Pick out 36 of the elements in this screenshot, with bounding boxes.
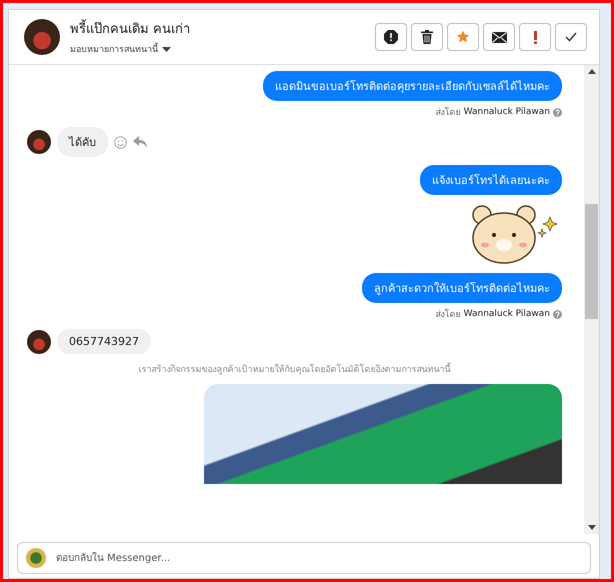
sent-message: แจ้งเบอร์โทรได้เลยนะคะ: [420, 165, 562, 195]
assign-dropdown[interactable]: มอบหมายการสนทนานี้: [70, 42, 365, 56]
sent-message: แอดมินขอเบอร์โทรติดต่อคุยรายละเอียดกับเซลล์ได้ไหมคะ: [263, 71, 562, 101]
user-avatar: [27, 130, 51, 154]
reply-box[interactable]: ตอบกลับใน Messenger...: [17, 542, 591, 574]
received-message: 0657743927: [57, 329, 151, 354]
done-button[interactable]: [555, 23, 587, 51]
help-icon: [553, 310, 562, 318]
mail-button[interactable]: [483, 23, 515, 51]
trash-icon: [421, 30, 433, 44]
alert-octagon-icon: [384, 30, 398, 44]
contact-name: พรี้แป๊กคนเดิม คนเก่า: [70, 18, 365, 39]
help-icon: [553, 108, 562, 116]
scroll-up-icon[interactable]: [588, 69, 596, 74]
exclamation-icon: [534, 30, 536, 44]
scrollbar-thumb[interactable]: [585, 204, 598, 319]
user-avatar: [24, 19, 60, 55]
user-avatar: [27, 330, 51, 354]
sent-by-label: ส่งโดย: [436, 106, 461, 119]
sent-message: ลูกค้าสะดวกให้เบอร์โทรติดต่อไหมคะ: [362, 273, 562, 303]
received-message: ได้คับ: [57, 127, 108, 157]
scroll-down-icon[interactable]: [588, 525, 596, 530]
page-logo: [26, 548, 46, 568]
star-icon: [456, 30, 470, 44]
caret-icon: [162, 46, 171, 52]
reply-icon[interactable]: [133, 136, 147, 148]
spam-button[interactable]: [375, 23, 407, 51]
envelope-icon: [492, 32, 506, 42]
check-icon: [565, 32, 577, 42]
important-button[interactable]: [519, 23, 551, 51]
activity-notice: เราสร้างกิจกรรมของลูกค้าเป้าหมายให้กับคุณโดยอัตโนมัติโดยอิงตามการสนทนานี้: [27, 362, 562, 376]
delete-button[interactable]: [411, 23, 443, 51]
sent-by-label: ส่งโดย: [436, 308, 461, 321]
sender-name: Wannaluck Pilawan: [464, 309, 550, 319]
sender-name: Wannaluck Pilawan: [464, 107, 550, 117]
star-button[interactable]: [447, 23, 479, 51]
